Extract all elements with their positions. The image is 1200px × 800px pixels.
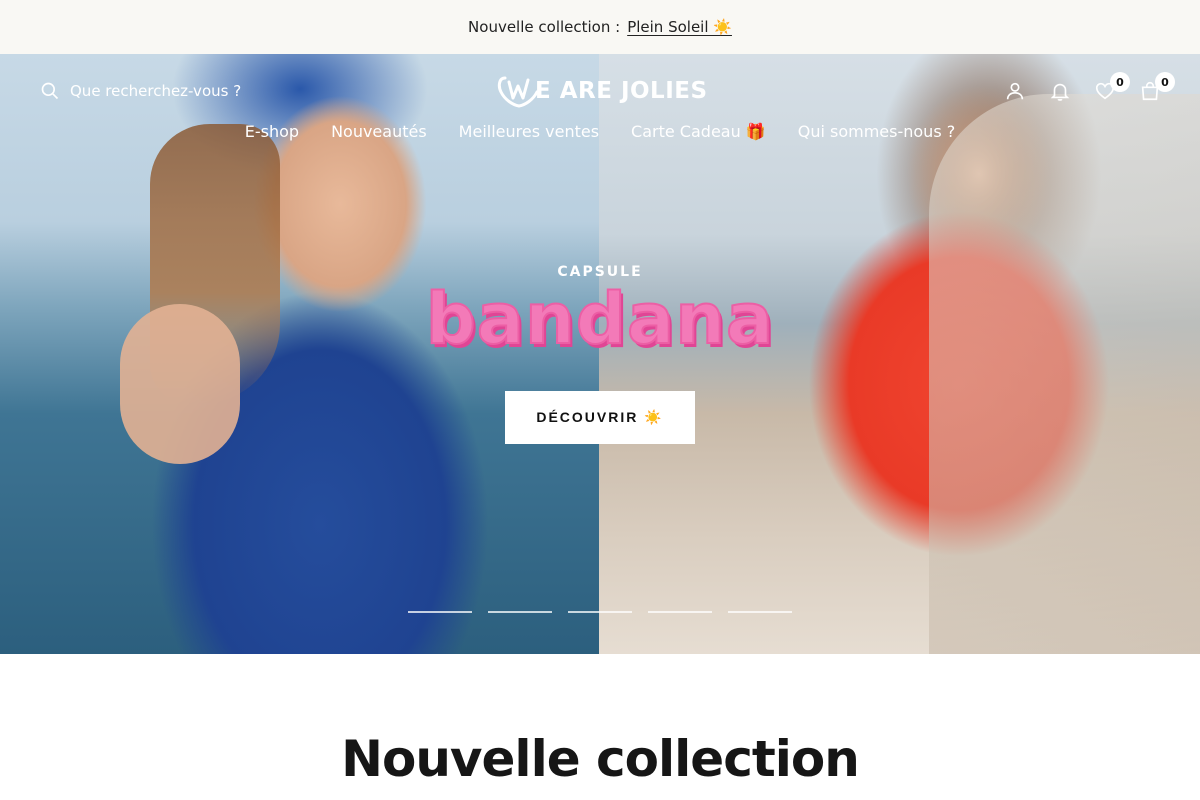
- hero-right-rock-shape: [929, 94, 1200, 654]
- slider-pagination: [408, 611, 792, 613]
- search-icon[interactable]: [40, 81, 60, 101]
- hero-title: bandana: [425, 277, 775, 361]
- slide-indicator[interactable]: [488, 611, 552, 613]
- slide-indicator[interactable]: [408, 611, 472, 613]
- announcement-link[interactable]: Plein Soleil ☀️: [627, 18, 732, 36]
- slide-indicator[interactable]: [568, 611, 632, 613]
- cart-count-badge: 0: [1155, 72, 1175, 92]
- logo-text: E ARE JOLIES: [535, 78, 708, 104]
- bell-icon: [1050, 83, 1070, 101]
- user-icon: [1006, 82, 1024, 100]
- slide-indicator[interactable]: [728, 611, 792, 613]
- nav-item-eshop[interactable]: E-shop: [245, 122, 299, 141]
- nav-item-qui-sommes-nous[interactable]: Qui sommes-nous ?: [798, 122, 956, 141]
- header-icons: 0 0: [1000, 72, 1180, 104]
- wishlist-button[interactable]: 0: [1092, 72, 1130, 104]
- nav-item-nouveautes[interactable]: Nouveautés: [331, 122, 427, 141]
- slide-indicator[interactable]: [648, 611, 712, 613]
- announcement-bar: Nouvelle collection : Plein Soleil ☀️: [0, 0, 1200, 54]
- wishlist-count-badge: 0: [1110, 72, 1130, 92]
- account-button[interactable]: [1002, 78, 1028, 104]
- nav-item-carte-cadeau[interactable]: Carte Cadeau 🎁: [631, 122, 766, 141]
- announcement-label: Nouvelle collection :: [468, 18, 621, 36]
- main-nav: E-shop Nouveautés Meilleures ventes Cart…: [0, 122, 1200, 141]
- search-input[interactable]: [70, 82, 270, 100]
- nav-item-meilleures-ventes[interactable]: Meilleures ventes: [459, 122, 599, 141]
- notifications-button[interactable]: [1047, 78, 1073, 104]
- cart-button[interactable]: 0: [1137, 72, 1175, 104]
- section-title: Nouvelle collection: [341, 730, 860, 788]
- discover-button[interactable]: DÉCOUVRIR ☀️: [505, 391, 695, 444]
- logo[interactable]: E ARE JOLIES: [497, 74, 708, 108]
- search-bar[interactable]: [40, 80, 270, 102]
